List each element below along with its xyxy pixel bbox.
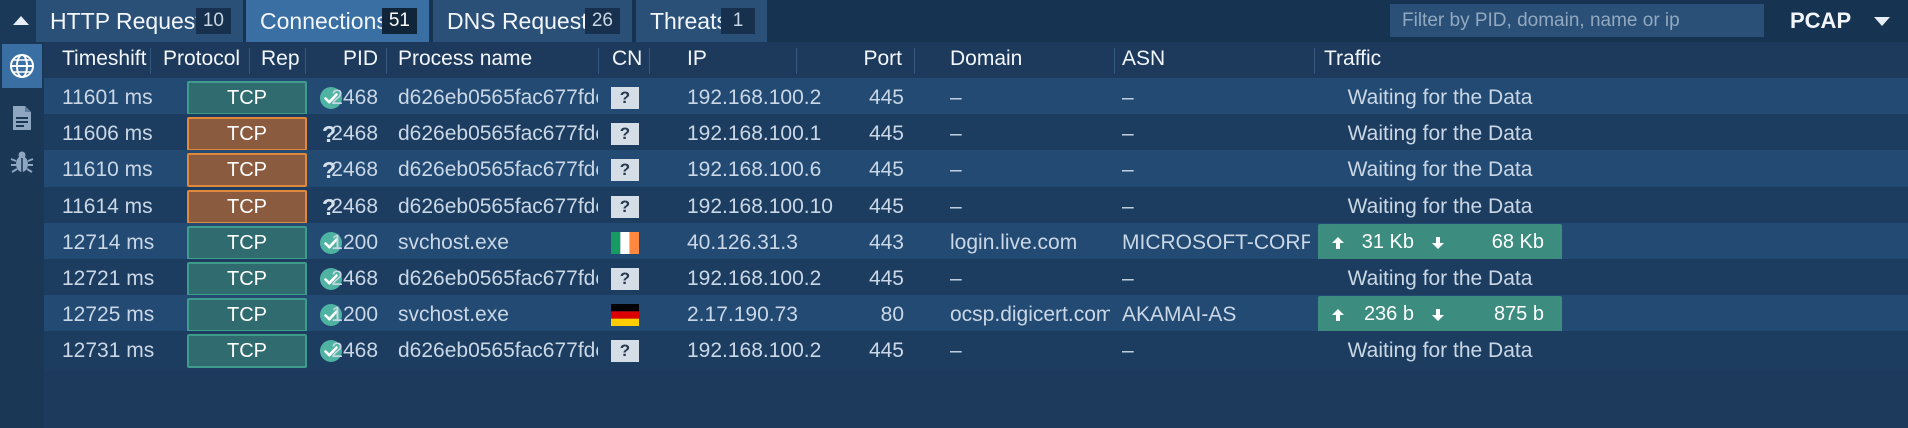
column-divider	[150, 48, 151, 74]
tab-count-badge: 51	[381, 8, 417, 34]
tab-label: Connections	[260, 7, 388, 34]
column-divider	[796, 48, 797, 74]
filter-input[interactable]	[1390, 4, 1764, 37]
flag-unknown-icon: ?	[611, 123, 639, 146]
tab-count-badge: 1	[721, 8, 755, 34]
column-divider	[1114, 48, 1115, 74]
column-divider	[386, 48, 387, 74]
protocol-badge: TCP	[187, 81, 307, 115]
column-divider	[914, 48, 915, 74]
chevron-down-icon[interactable]	[1874, 17, 1890, 26]
timeshift-cell: 12731 ms	[62, 339, 155, 363]
tab-count-badge: 10	[195, 8, 231, 34]
protocol-badge: TCP	[187, 117, 307, 152]
traffic-waiting: Waiting for the Data	[1347, 339, 1533, 363]
asn-cell: –	[1122, 339, 1134, 363]
column-divider	[649, 48, 650, 74]
sidebar-item-network[interactable]	[2, 44, 42, 88]
protocol-badge: TCP	[187, 153, 307, 188]
protocol-badge: TCP	[187, 262, 307, 296]
table-row[interactable]: 12731 ms TCP 2468 d626eb0565fac677fdc...? 19…	[44, 329, 1908, 373]
flag-unknown-icon: ?	[611, 340, 639, 363]
flag-ireland-icon	[611, 231, 639, 254]
flag-unknown-icon: ?	[611, 87, 639, 109]
protocol-badge: TCP	[187, 225, 307, 260]
protocol-badge: TCP	[187, 334, 307, 369]
pid-cell: 2468	[331, 339, 378, 363]
arrow-up-icon	[1332, 236, 1344, 249]
tab-label: DNS Requests	[447, 7, 600, 34]
flag-unknown-icon: ?	[611, 268, 639, 290]
sidebar-item-threats[interactable]	[2, 140, 42, 184]
flag-unknown-icon: ?	[611, 195, 639, 218]
column-header-cn[interactable]: CN	[612, 42, 642, 82]
pcap-label: PCAP	[1790, 8, 1852, 33]
tab-dns-requests[interactable]: DNS Requests 26	[433, 0, 633, 42]
flag-unknown-icon: ?	[611, 159, 639, 182]
protocol-badge: TCP	[187, 189, 307, 224]
tab-label: Threats	[650, 7, 728, 34]
arrow-up-icon	[1332, 309, 1344, 322]
column-divider	[598, 48, 599, 74]
sidebar-item-files[interactable]	[2, 96, 42, 140]
document-icon	[13, 106, 31, 130]
tab-threats[interactable]: Threats 1	[636, 0, 768, 42]
pcap-download-button[interactable]: PCAP	[1790, 0, 1851, 42]
tab-http-requests[interactable]: HTTP Requests 10	[36, 0, 244, 42]
tab-label: HTTP Requests	[50, 7, 214, 34]
sidebar	[0, 42, 44, 428]
arrow-down-icon	[1432, 236, 1444, 249]
port-cell: 445	[868, 339, 904, 363]
top-bar: HTTP Requests 10 Connections 51 DNS Requ…	[0, 0, 1908, 42]
protocol-badge: TCP	[187, 298, 307, 333]
column-divider	[1314, 48, 1315, 74]
tab-connections[interactable]: Connections 51	[246, 0, 430, 42]
tab-count-badge: 26	[584, 8, 620, 34]
arrow-down-icon	[1432, 309, 1444, 322]
flag-germany-icon	[611, 304, 639, 327]
bug-icon	[10, 151, 34, 173]
globe-icon	[10, 54, 34, 78]
column-header-rep[interactable]: Rep	[261, 42, 300, 82]
ip-cell[interactable]: 192.168.100.2	[687, 329, 821, 373]
column-divider	[305, 48, 306, 74]
domain-cell[interactable]: –	[950, 329, 1110, 373]
process-name-cell[interactable]: d626eb0565fac677fdc...	[398, 329, 598, 373]
column-divider	[249, 48, 250, 74]
